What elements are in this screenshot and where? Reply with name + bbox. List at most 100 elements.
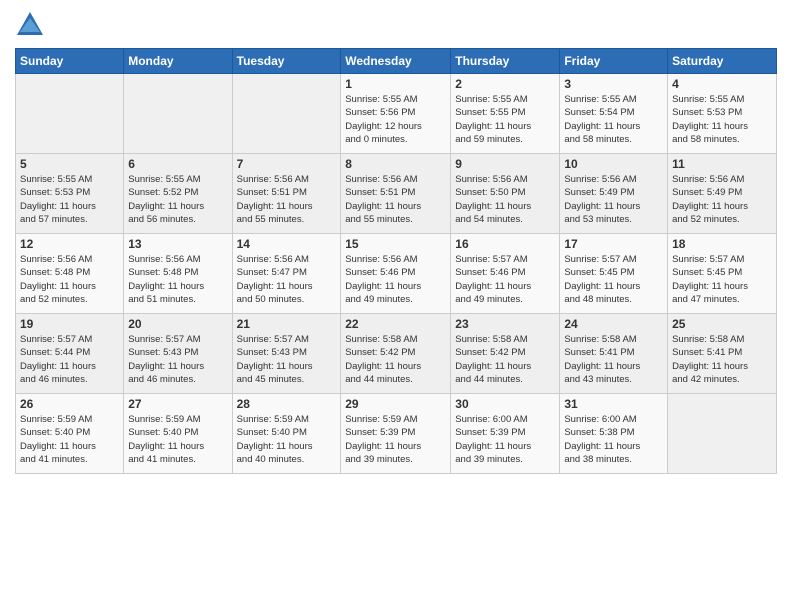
day-info: Sunrise: 5:55 AMSunset: 5:56 PMDaylight:… — [345, 93, 446, 146]
day-info: Sunrise: 6:00 AMSunset: 5:39 PMDaylight:… — [455, 413, 555, 466]
day-info: Sunrise: 5:56 AMSunset: 5:49 PMDaylight:… — [564, 173, 663, 226]
calendar-cell: 23 Sunrise: 5:58 AMSunset: 5:42 PMDayligh… — [451, 314, 560, 394]
calendar-cell — [232, 74, 341, 154]
day-number: 3 — [564, 77, 663, 91]
day-number: 30 — [455, 397, 555, 411]
calendar-cell: 28Sunrise: 5:59 AMSunset: 5:40 PMDayligh… — [232, 394, 341, 474]
calendar-cell: 27Sunrise: 5:59 AMSunset: 5:40 PMDayligh… — [124, 394, 232, 474]
day-info: Sunrise: 5:58 AMSunset: 5:42 PMDaylight:… — [345, 333, 446, 386]
day-number: 15 — [345, 237, 446, 251]
header — [15, 10, 777, 40]
calendar-cell: 12 Sunrise: 5:56 AMSunset: 5:48 PMDayligh… — [16, 234, 124, 314]
day-info: Sunrise: 5:56 AMSunset: 5:46 PMDaylight:… — [345, 253, 446, 306]
day-number: 19 — [20, 317, 119, 331]
calendar-cell: 24 Sunrise: 5:58 AMSunset: 5:41 PMDayligh… — [560, 314, 668, 394]
day-info: Sunrise: 5:55 AMSunset: 5:53 PMDaylight:… — [672, 93, 772, 146]
day-info: Sunrise: 5:55 AMSunset: 5:53 PMDaylight:… — [20, 173, 119, 226]
day-number: 2 — [455, 77, 555, 91]
calendar-cell: 29 Sunrise: 5:59 AMSunset: 5:39 PMDayligh… — [341, 394, 451, 474]
day-number: 20 — [128, 317, 227, 331]
calendar-body: 1 Sunrise: 5:55 AMSunset: 5:56 PMDaylight… — [16, 74, 777, 474]
calendar-week: 12 Sunrise: 5:56 AMSunset: 5:48 PMDayligh… — [16, 234, 777, 314]
day-info: Sunrise: 5:57 AMSunset: 5:45 PMDaylight:… — [672, 253, 772, 306]
day-number: 18 — [672, 237, 772, 251]
day-info: Sunrise: 5:59 AMSunset: 5:39 PMDaylight:… — [345, 413, 446, 466]
day-number: 6 — [128, 157, 227, 171]
day-number: 13 — [128, 237, 227, 251]
day-number: 17 — [564, 237, 663, 251]
day-info: Sunrise: 5:56 AMSunset: 5:48 PMDaylight:… — [128, 253, 227, 306]
day-info: Sunrise: 5:56 AMSunset: 5:50 PMDaylight:… — [455, 173, 555, 226]
logo — [15, 10, 50, 40]
calendar-cell: 16Sunrise: 5:57 AMSunset: 5:46 PMDayligh… — [451, 234, 560, 314]
day-number: 14 — [237, 237, 337, 251]
calendar-cell: 17 Sunrise: 5:57 AMSunset: 5:45 PMDayligh… — [560, 234, 668, 314]
day-number: 25 — [672, 317, 772, 331]
calendar-header: SundayMondayTuesdayWednesdayThursdayFrid… — [16, 49, 777, 74]
calendar-cell: 5 Sunrise: 5:55 AMSunset: 5:53 PMDaylight… — [16, 154, 124, 234]
day-number: 11 — [672, 157, 772, 171]
day-number: 29 — [345, 397, 446, 411]
weekday-header: Sunday — [16, 49, 124, 74]
calendar-week: 5 Sunrise: 5:55 AMSunset: 5:53 PMDaylight… — [16, 154, 777, 234]
day-info: Sunrise: 5:59 AMSunset: 5:40 PMDaylight:… — [20, 413, 119, 466]
day-info: Sunrise: 5:55 AMSunset: 5:55 PMDaylight:… — [455, 93, 555, 146]
day-number: 24 — [564, 317, 663, 331]
day-info: Sunrise: 5:57 AMSunset: 5:45 PMDaylight:… — [564, 253, 663, 306]
weekday-header: Friday — [560, 49, 668, 74]
day-info: Sunrise: 5:59 AMSunset: 5:40 PMDaylight:… — [237, 413, 337, 466]
day-number: 22 — [345, 317, 446, 331]
weekday-header: Thursday — [451, 49, 560, 74]
weekday-header: Wednesday — [341, 49, 451, 74]
calendar-cell: 25 Sunrise: 5:58 AMSunset: 5:41 PMDayligh… — [668, 314, 777, 394]
page-container: SundayMondayTuesdayWednesdayThursdayFrid… — [0, 0, 792, 484]
calendar: SundayMondayTuesdayWednesdayThursdayFrid… — [15, 48, 777, 474]
calendar-cell: 13 Sunrise: 5:56 AMSunset: 5:48 PMDayligh… — [124, 234, 232, 314]
calendar-cell: 20 Sunrise: 5:57 AMSunset: 5:43 PMDayligh… — [124, 314, 232, 394]
day-number: 12 — [20, 237, 119, 251]
calendar-cell: 31Sunrise: 6:00 AMSunset: 5:38 PMDayligh… — [560, 394, 668, 474]
calendar-cell: 11 Sunrise: 5:56 AMSunset: 5:49 PMDayligh… — [668, 154, 777, 234]
day-info: Sunrise: 5:57 AMSunset: 5:44 PMDaylight:… — [20, 333, 119, 386]
day-number: 8 — [345, 157, 446, 171]
day-info: Sunrise: 5:56 AMSunset: 5:51 PMDaylight:… — [345, 173, 446, 226]
calendar-cell: 9Sunrise: 5:56 AMSunset: 5:50 PMDaylight… — [451, 154, 560, 234]
day-info: Sunrise: 5:56 AMSunset: 5:48 PMDaylight:… — [20, 253, 119, 306]
logo-icon — [15, 10, 45, 40]
calendar-cell: 22 Sunrise: 5:58 AMSunset: 5:42 PMDayligh… — [341, 314, 451, 394]
day-number: 10 — [564, 157, 663, 171]
calendar-week: 19 Sunrise: 5:57 AMSunset: 5:44 PMDayligh… — [16, 314, 777, 394]
day-info: Sunrise: 5:57 AMSunset: 5:46 PMDaylight:… — [455, 253, 555, 306]
day-number: 5 — [20, 157, 119, 171]
day-info: Sunrise: 5:58 AMSunset: 5:42 PMDaylight:… — [455, 333, 555, 386]
calendar-cell — [124, 74, 232, 154]
calendar-cell: 19 Sunrise: 5:57 AMSunset: 5:44 PMDayligh… — [16, 314, 124, 394]
calendar-cell: 18 Sunrise: 5:57 AMSunset: 5:45 PMDayligh… — [668, 234, 777, 314]
day-info: Sunrise: 5:59 AMSunset: 5:40 PMDaylight:… — [128, 413, 227, 466]
day-number: 26 — [20, 397, 119, 411]
calendar-cell: 10 Sunrise: 5:56 AMSunset: 5:49 PMDayligh… — [560, 154, 668, 234]
calendar-cell: 8 Sunrise: 5:56 AMSunset: 5:51 PMDaylight… — [341, 154, 451, 234]
day-info: Sunrise: 5:56 AMSunset: 5:47 PMDaylight:… — [237, 253, 337, 306]
weekday-row: SundayMondayTuesdayWednesdayThursdayFrid… — [16, 49, 777, 74]
calendar-cell — [668, 394, 777, 474]
calendar-cell: 15 Sunrise: 5:56 AMSunset: 5:46 PMDayligh… — [341, 234, 451, 314]
calendar-cell: 26 Sunrise: 5:59 AMSunset: 5:40 PMDayligh… — [16, 394, 124, 474]
day-info: Sunrise: 5:58 AMSunset: 5:41 PMDaylight:… — [564, 333, 663, 386]
calendar-cell: 1 Sunrise: 5:55 AMSunset: 5:56 PMDaylight… — [341, 74, 451, 154]
weekday-header: Monday — [124, 49, 232, 74]
calendar-cell: 30 Sunrise: 6:00 AMSunset: 5:39 PMDayligh… — [451, 394, 560, 474]
day-number: 21 — [237, 317, 337, 331]
calendar-cell: 3 Sunrise: 5:55 AMSunset: 5:54 PMDaylight… — [560, 74, 668, 154]
day-info: Sunrise: 5:56 AMSunset: 5:51 PMDaylight:… — [237, 173, 337, 226]
day-info: Sunrise: 5:57 AMSunset: 5:43 PMDaylight:… — [128, 333, 227, 386]
day-info: Sunrise: 5:58 AMSunset: 5:41 PMDaylight:… — [672, 333, 772, 386]
day-number: 23 — [455, 317, 555, 331]
calendar-cell: 7Sunrise: 5:56 AMSunset: 5:51 PMDaylight… — [232, 154, 341, 234]
day-info: Sunrise: 5:57 AMSunset: 5:43 PMDaylight:… — [237, 333, 337, 386]
day-info: Sunrise: 5:55 AMSunset: 5:54 PMDaylight:… — [564, 93, 663, 146]
day-info: Sunrise: 5:56 AMSunset: 5:49 PMDaylight:… — [672, 173, 772, 226]
calendar-cell: 6 Sunrise: 5:55 AMSunset: 5:52 PMDaylight… — [124, 154, 232, 234]
day-info: Sunrise: 5:55 AMSunset: 5:52 PMDaylight:… — [128, 173, 227, 226]
day-number: 1 — [345, 77, 446, 91]
